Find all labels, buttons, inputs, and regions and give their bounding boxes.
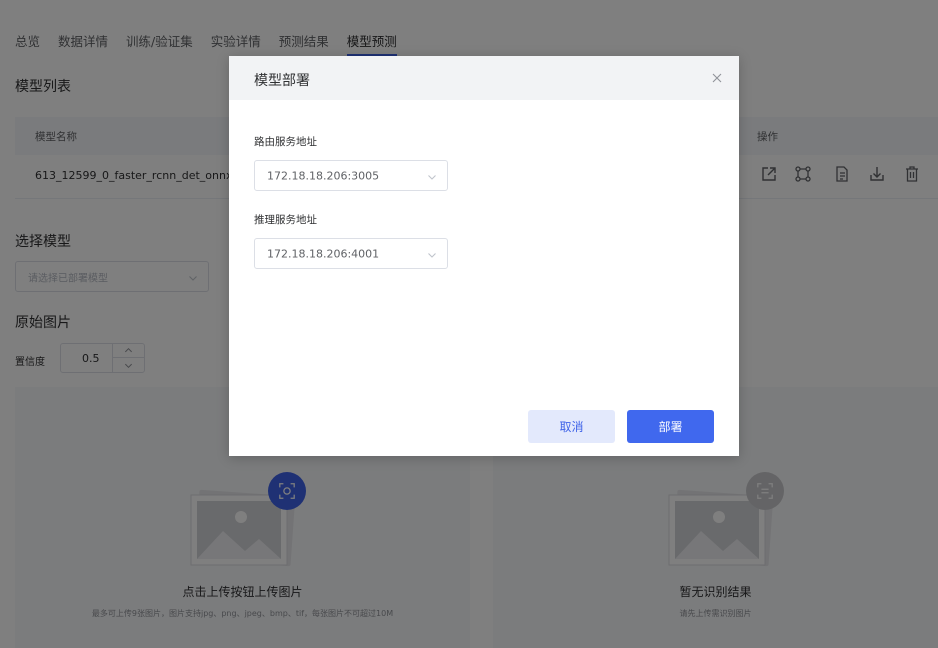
inference-address-label: 推理服务地址 xyxy=(254,214,317,226)
router-address-value: 172.18.18.206:3005 xyxy=(267,169,380,182)
inference-address-select[interactable]: 172.18.18.206:4001 xyxy=(254,238,448,269)
close-icon[interactable] xyxy=(711,72,723,84)
router-address-select[interactable]: 172.18.18.206:3005 xyxy=(254,160,448,191)
cancel-button[interactable]: 取消 xyxy=(528,410,615,443)
router-address-label: 路由服务地址 xyxy=(254,136,317,148)
chevron-down-icon xyxy=(427,171,437,181)
dialog-header: 模型部署 xyxy=(229,56,739,100)
dialog-title: 模型部署 xyxy=(254,73,310,89)
deploy-dialog: 模型部署 路由服务地址 172.18.18.206:3005 推理服务地址 17… xyxy=(229,56,739,456)
deploy-button[interactable]: 部署 xyxy=(627,410,714,443)
inference-address-value: 172.18.18.206:4001 xyxy=(267,247,380,260)
chevron-down-icon xyxy=(427,249,437,259)
